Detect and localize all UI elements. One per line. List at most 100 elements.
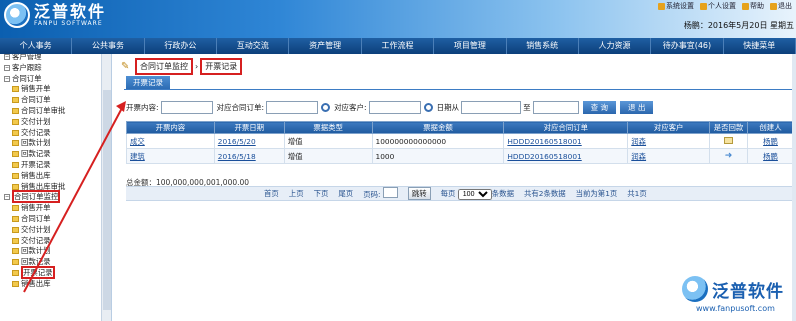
top-links: 系统设置 个人设置 帮助 退出 — [658, 1, 792, 11]
invoice-table: 开票内容 开票日期 票据类型 票据金额 对应合同订单 对应客户 是否回款 创建人… — [126, 121, 794, 164]
table-row[interactable]: 成交 2016/5/20 增值 100000000000000 HDDD2016… — [126, 133, 794, 149]
breadcrumb-parent[interactable]: 合同订单监控 — [135, 58, 193, 75]
top-link-logout[interactable]: 退出 — [770, 1, 792, 11]
pager-first[interactable]: 首页 — [264, 188, 279, 199]
label-date-from: 日期从 — [436, 103, 460, 112]
sidebar-item[interactable]: − 客户跟踪 — [0, 63, 111, 74]
col-creator[interactable]: 创建人 — [747, 121, 794, 134]
sidebar-item[interactable]: 交付计划 — [0, 117, 111, 128]
nav-project[interactable]: 项目管理 — [434, 38, 507, 54]
order-input[interactable] — [266, 101, 319, 114]
nav-workflow[interactable]: 工作流程 — [362, 38, 435, 54]
nav-admin[interactable]: 行政办公 — [145, 38, 218, 54]
col-order[interactable]: 对应合同订单 — [503, 121, 629, 134]
brand-logo: 泛普软件 FANPU SOFTWARE — [4, 2, 106, 28]
nav-interaction[interactable]: 互动交流 — [217, 38, 290, 54]
nav-personal[interactable]: 个人事务 — [0, 38, 73, 54]
sidebar-item[interactable]: − 合同订单 — [0, 74, 111, 85]
sidebar-item[interactable]: 销售出库 — [0, 171, 111, 182]
cell-customer[interactable]: 润森 — [627, 148, 711, 164]
app-header: 泛普软件 FANPU SOFTWARE 系统设置 个人设置 帮助 退出 杨鹏：2… — [0, 0, 796, 38]
nav-sales[interactable]: 销售系统 — [507, 38, 579, 54]
pager-last[interactable]: 尾页 — [338, 188, 353, 199]
sidebar-item[interactable]: 回款计划 — [0, 246, 111, 257]
date-to-input[interactable] — [532, 101, 579, 114]
cell-date[interactable]: 2016/5/18 — [213, 148, 285, 164]
exit-button[interactable]: 退 出 — [619, 101, 654, 114]
tab-underline — [124, 89, 792, 90]
top-link-system[interactable]: 系统设置 — [658, 1, 694, 11]
cell-customer[interactable]: 润森 — [627, 133, 711, 149]
sidebar-item[interactable]: 销售开单 — [0, 203, 111, 214]
note-icon[interactable] — [724, 136, 734, 144]
nav-assets[interactable]: 资产管理 — [289, 38, 362, 54]
sidebar-item[interactable]: 销售开单 — [0, 84, 111, 95]
sidebar-item[interactable]: 开票记录 — [0, 160, 111, 171]
sidebar-item[interactable]: 交付记录 — [0, 236, 111, 247]
customer-search-icon[interactable] — [423, 103, 433, 112]
cell-order[interactable]: HDDD20160518001 — [503, 133, 629, 149]
cell-creator[interactable]: 杨鹏 — [747, 133, 794, 149]
order-search-icon[interactable] — [321, 103, 331, 112]
tab-invoice-records[interactable]: 开票记录 — [126, 76, 170, 89]
folder-icon — [12, 161, 19, 168]
sidebar-scroll-thumb[interactable] — [103, 90, 111, 310]
breadcrumb-current: 开票记录 — [200, 58, 243, 75]
sidebar-item-label: 回款记录 — [21, 257, 51, 267]
nav-public[interactable]: 公共事务 — [72, 38, 145, 54]
col-paid[interactable]: 是否回款 — [709, 121, 749, 134]
sidebar-item-label: 销售出库审批 — [21, 181, 66, 191]
sidebar-scrollbar[interactable] — [101, 54, 111, 321]
col-content[interactable]: 开票内容 — [126, 121, 215, 134]
nav-todo[interactable]: 待办事宜(46) — [651, 38, 724, 54]
sidebar-item[interactable]: 回款记录 — [0, 257, 111, 268]
help-icon — [742, 2, 749, 10]
cell-content[interactable]: 成交 — [126, 133, 215, 149]
cell-date[interactable]: 2016/5/20 — [213, 133, 285, 149]
user-date-line: 杨鹏：2016年5月20日 星期五 — [683, 21, 794, 30]
cell-creator[interactable]: 杨鹏 — [747, 148, 794, 164]
per-page-select[interactable]: 100 — [457, 188, 492, 200]
sidebar-item[interactable]: − 合同订单监控 — [0, 190, 111, 204]
col-date[interactable]: 开票日期 — [213, 121, 285, 134]
pager-prev[interactable]: 上页 — [289, 188, 304, 199]
sidebar-item[interactable]: 合同订单 — [0, 95, 111, 106]
col-type[interactable]: 票据类型 — [283, 121, 373, 134]
page-input[interactable] — [382, 187, 398, 198]
sidebar-item[interactable]: 合同订单 — [0, 214, 111, 225]
sidebar-item[interactable]: − 客户管理 — [0, 54, 111, 63]
brand-name-en: FANPU SOFTWARE — [34, 19, 103, 27]
sidebar-item[interactable]: 销售出库 — [0, 279, 111, 290]
col-customer[interactable]: 对应客户 — [627, 121, 711, 134]
top-link-personal[interactable]: 个人设置 — [700, 1, 736, 11]
top-link-help[interactable]: 帮助 — [742, 1, 764, 11]
nav-shortcut[interactable]: 快捷菜单 — [724, 38, 796, 54]
sidebar-item-label: 客户管理 — [12, 54, 42, 61]
date-from-input[interactable] — [461, 101, 522, 114]
arrow-right-icon[interactable]: ➜ — [725, 151, 733, 161]
logo-icon — [4, 2, 30, 28]
folder-icon — [12, 248, 19, 255]
current-page: 当前为第1页 — [575, 189, 618, 198]
go-button[interactable]: 跳转 — [407, 187, 431, 200]
sidebar-item-label: 合同订单 — [21, 213, 51, 223]
nav-hr[interactable]: 人力资源 — [579, 38, 652, 54]
customer-input[interactable] — [368, 101, 421, 114]
pager-next[interactable]: 下页 — [314, 188, 329, 199]
cell-order[interactable]: HDDD20160518001 — [503, 148, 629, 164]
sidebar-item[interactable]: 回款记录 — [0, 149, 111, 160]
main-nav: 个人事务 公共事务 行政办公 互动交流 资产管理 工作流程 项目管理 销售系统 … — [0, 38, 796, 54]
sidebar-item-label: 合同订单审批 — [21, 105, 66, 115]
sidebar-item[interactable]: 交付计划 — [0, 225, 111, 236]
sidebar-item[interactable]: 开票记录 — [0, 265, 111, 279]
sidebar-item[interactable]: 合同订单审批 — [0, 106, 111, 117]
content-input[interactable] — [160, 101, 213, 114]
breadcrumb-separator: › — [195, 62, 199, 71]
table-row[interactable]: 建筑 2016/5/18 增值 1000 HDDD20160518001 润森 … — [126, 148, 794, 164]
cell-content[interactable]: 建筑 — [126, 148, 215, 164]
sidebar-item[interactable]: 回款计划 — [0, 138, 111, 149]
col-amount[interactable]: 票据金额 — [371, 121, 505, 134]
sidebar-item[interactable]: 交付记录 — [0, 128, 111, 139]
query-button[interactable]: 查 询 — [582, 101, 616, 114]
main-scrollbar[interactable] — [792, 54, 796, 321]
